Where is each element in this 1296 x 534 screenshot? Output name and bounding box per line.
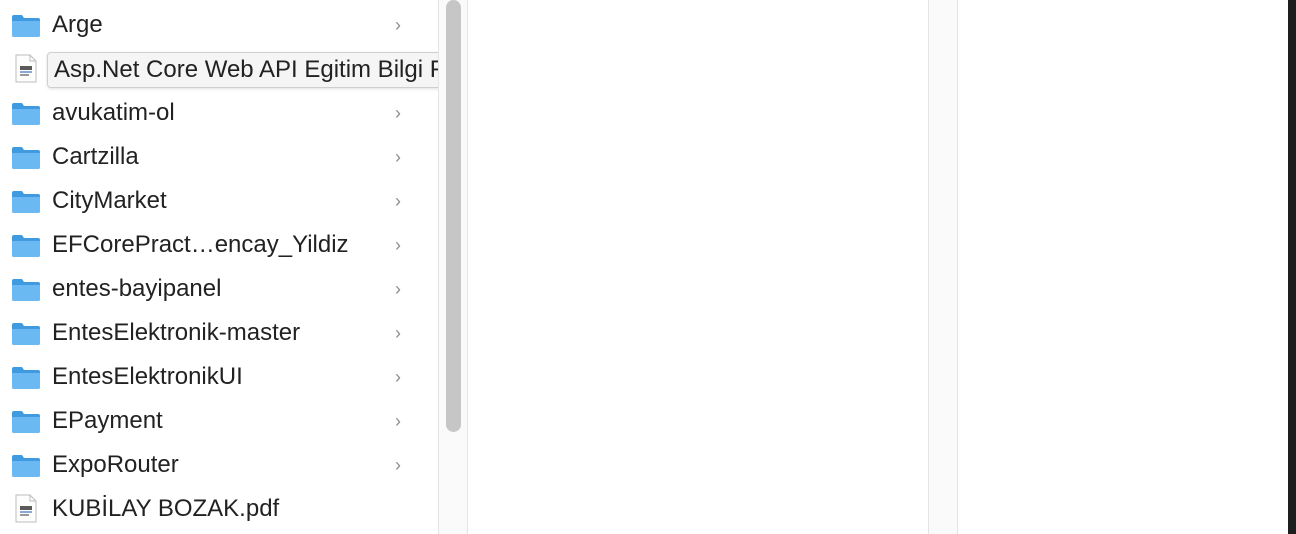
folder-icon bbox=[12, 367, 40, 389]
finder-column-2[interactable] bbox=[468, 0, 928, 534]
folder-icon bbox=[12, 147, 40, 169]
list-item-cartzilla[interactable]: Cartzilla › bbox=[0, 135, 438, 179]
item-label: Arge bbox=[52, 11, 103, 38]
item-label: EPayment bbox=[52, 407, 163, 434]
column-resize-handle[interactable] bbox=[929, 0, 957, 534]
folder-icon bbox=[12, 411, 40, 433]
list-item-enteselektronik-master[interactable]: EntesElektronik-master › bbox=[0, 311, 438, 355]
scrollbar-thumb[interactable] bbox=[446, 0, 461, 432]
item-label: EFCorePract…encay_Yildiz bbox=[52, 231, 349, 258]
folder-icon bbox=[12, 323, 40, 345]
list-item-enteselektronikui[interactable]: EntesElektronikUI › bbox=[0, 355, 438, 399]
list-item-efcorepractice[interactable]: EFCorePract…encay_Yildiz › bbox=[0, 223, 438, 267]
chevron-right-icon: › bbox=[395, 103, 401, 123]
chevron-right-icon: › bbox=[395, 147, 401, 167]
pdf-file-icon bbox=[15, 54, 37, 83]
list-item-avukatim-ol[interactable]: avukatim-ol › bbox=[0, 91, 438, 135]
finder-column-3[interactable] bbox=[958, 0, 1288, 534]
chevron-right-icon: › bbox=[395, 191, 401, 211]
item-label: ExpoRouter bbox=[52, 451, 179, 478]
chevron-right-icon: › bbox=[395, 411, 401, 431]
folder-icon bbox=[12, 455, 40, 477]
item-label: EntesElektronik-master bbox=[52, 319, 301, 346]
chevron-right-icon: › bbox=[395, 455, 401, 475]
item-label: KUBİLAY BOZAK.pdf bbox=[52, 495, 280, 522]
item-label: entes-bayipanel bbox=[52, 275, 222, 302]
item-label: avukatim-ol bbox=[52, 99, 175, 126]
list-item-entes-bayipanel[interactable]: entes-bayipanel › bbox=[0, 267, 438, 311]
list-item-exporouter[interactable]: ExpoRouter › bbox=[0, 443, 438, 487]
chevron-right-icon: › bbox=[395, 235, 401, 255]
item-label: Cartzilla bbox=[52, 143, 139, 170]
chevron-right-icon: › bbox=[395, 367, 401, 387]
folder-icon bbox=[12, 235, 40, 257]
folder-icon bbox=[12, 103, 40, 125]
list-item-kubilay-bozak-pdf[interactable]: KUBİLAY BOZAK.pdf bbox=[0, 487, 438, 531]
folder-icon bbox=[12, 279, 40, 301]
window-edge bbox=[1288, 0, 1296, 534]
chevron-right-icon: › bbox=[395, 15, 401, 35]
list-item-arge[interactable]: Arge › bbox=[0, 3, 438, 47]
chevron-right-icon: › bbox=[395, 279, 401, 299]
item-label: EntesElektronikUI bbox=[52, 363, 243, 390]
list-item-epayment[interactable]: EPayment › bbox=[0, 399, 438, 443]
pdf-file-icon bbox=[15, 494, 37, 523]
item-label: CityMarket bbox=[52, 187, 167, 214]
folder-icon bbox=[12, 191, 40, 213]
chevron-right-icon: › bbox=[395, 323, 401, 343]
list-item-citymarket[interactable]: CityMarket › bbox=[0, 179, 438, 223]
folder-icon bbox=[12, 15, 40, 37]
finder-column-1: Arge › avukatim-ol › Cartzilla › CityMar… bbox=[0, 0, 547, 534]
